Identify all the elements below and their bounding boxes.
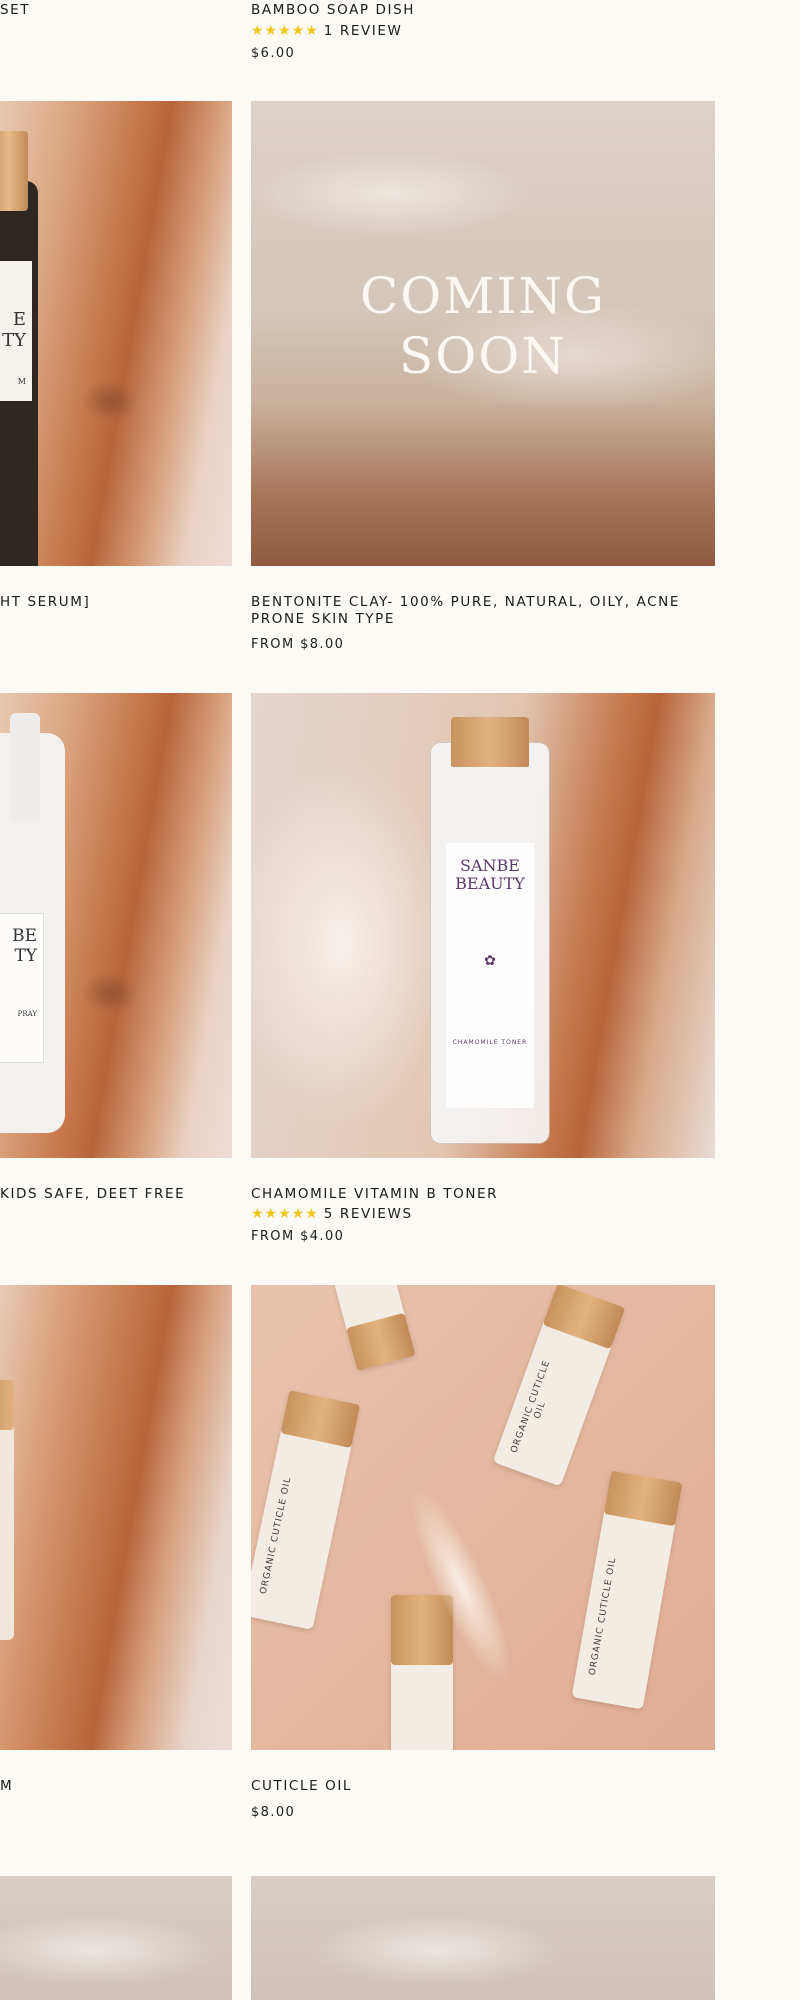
bottle-cap <box>542 1285 626 1350</box>
flower-icon: ✿ <box>484 953 496 969</box>
toner-bottle: SANBE BEAUTY ✿ CHAMOMILE TONER <box>431 717 549 1143</box>
roller-bottle <box>326 1285 416 1371</box>
product-price: $8.00 <box>251 1805 296 1820</box>
review-count: 5 REVIEWS <box>323 1206 413 1222</box>
spray-pump <box>10 713 40 823</box>
product-title[interactable]: KIDS SAFE, DEET FREE <box>0 1186 185 1203</box>
label-subtitle: CHAMOMILE TONER <box>452 1039 528 1046</box>
bottle-cap <box>280 1390 361 1449</box>
label-text: M <box>17 377 26 386</box>
product-image[interactable] <box>251 1876 715 2000</box>
product-price: FROM $8.00 <box>251 637 345 652</box>
product-image[interactable]: SANBE BEAUTY ✿ CHAMOMILE TONER <box>251 693 715 1158</box>
bottle-cap <box>346 1312 416 1371</box>
product-title[interactable]: CHAMOMILE VITAMIN B TONER <box>251 1186 498 1203</box>
product-title[interactable]: CUTICLE OIL <box>251 1778 352 1795</box>
label-text: TY <box>14 946 37 966</box>
star-rating-icon: ★★★★★ <box>251 23 319 39</box>
coming-soon-overlay: COMING SOON <box>360 267 606 385</box>
roller-bottle <box>0 1380 14 1640</box>
product-image[interactable]: ORGANIC CUTICLE OIL ORGANIC CUTICLE OIL … <box>251 1285 715 1750</box>
product-rating[interactable]: ★★★★★ 1 REVIEW <box>251 23 402 39</box>
bottle-label: BE TY PRAY <box>0 913 44 1063</box>
label-text: PRAY <box>17 1010 37 1018</box>
roller-bottle: ORGANIC CUTICLE OIL <box>492 1285 626 1487</box>
roller-label: ORGANIC CUTICLE OIL <box>258 1475 294 1595</box>
product-image[interactable]: COMING SOON <box>251 101 715 566</box>
product-image[interactable]: E TY M <box>0 101 232 566</box>
bottle-cap <box>0 131 28 211</box>
roller-bottle: ORGANIC CUTICLE OIL <box>571 1470 683 1710</box>
bottle-cap <box>0 1380 14 1430</box>
product-price: $6.00 <box>251 46 296 61</box>
roller-label: ORGANIC CUTICLE OIL <box>509 1358 553 1455</box>
roller-label: ORGANIC CUTICLE OIL <box>587 1556 619 1677</box>
product-title[interactable]: BENTONITE CLAY- 100% PURE, NATURAL, OILY… <box>251 594 711 628</box>
label-text: E <box>12 309 26 330</box>
serum-bottle: E TY M <box>0 131 38 566</box>
product-title[interactable]: HT SERUM] <box>0 594 90 611</box>
star-rating-icon: ★★★★★ <box>251 1206 319 1222</box>
review-count: 1 REVIEW <box>323 23 403 39</box>
bottle-label: E TY M <box>0 261 32 401</box>
brand-text: SANBE BEAUTY <box>455 856 525 893</box>
product-image[interactable] <box>0 1285 232 1750</box>
product-price: FROM $4.00 <box>251 1229 345 1244</box>
label-text: TY <box>2 330 26 351</box>
label-text: BE <box>12 926 37 946</box>
product-title[interactable]: SET <box>0 2 30 19</box>
bottle-label: SANBE BEAUTY ✿ CHAMOMILE TONER <box>446 843 534 1108</box>
product-image[interactable] <box>0 1876 232 2000</box>
spray-bottle: BE TY PRAY <box>0 713 65 1133</box>
product-title[interactable]: BAMBOO SOAP DISH <box>251 2 415 19</box>
product-rating[interactable]: ★★★★★ 5 REVIEWS <box>251 1206 413 1222</box>
product-image[interactable]: BE TY PRAY <box>0 693 232 1158</box>
roller-bottle: ORGANIC CUTICLE OIL <box>251 1390 361 1630</box>
product-title[interactable]: M <box>0 1778 13 1795</box>
bottle-cap <box>451 717 529 767</box>
bottle-cap <box>603 1470 683 1527</box>
